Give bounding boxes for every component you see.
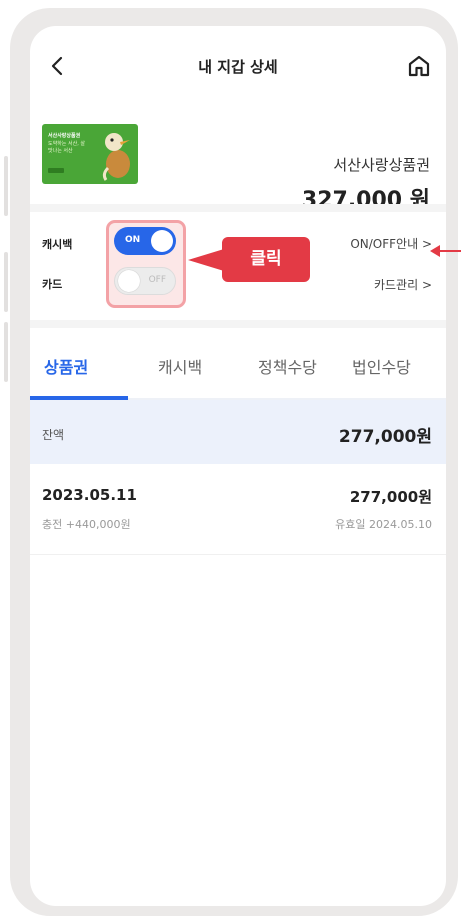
callout-pointer [188, 249, 224, 271]
card-image-title: 서산사랑상품권 [48, 133, 81, 139]
tab-corporate-allowance[interactable]: 법인수당 [352, 354, 411, 378]
transaction-date: 2023.05.11 [42, 486, 137, 504]
mascot-icon [102, 133, 130, 181]
header: 내 지갑 상세 [30, 26, 446, 112]
card-toggle-state: OFF [148, 275, 166, 285]
transaction-amount: 277,000원 [349, 488, 432, 506]
transaction-valid-date: 유효일 2024.05.10 [335, 518, 432, 531]
cashback-label: 캐시백 [42, 238, 73, 251]
card-logo [48, 168, 64, 173]
cashback-toggle-state: ON [125, 235, 141, 245]
home-icon[interactable] [406, 53, 432, 79]
section-divider [30, 204, 446, 212]
balance-value: 277,000원 [338, 427, 432, 447]
tab-cashback[interactable]: 캐시백 [158, 354, 202, 378]
toggle-knob [118, 270, 140, 292]
card-image-slogan: 도약하는 서산, 살맛나는 서산 [48, 141, 85, 154]
onoff-guide-link[interactable]: ON/OFF안내 > [350, 235, 432, 252]
card-manage-link[interactable]: 카드관리 > [374, 276, 432, 293]
cashback-toggle[interactable]: ON [114, 227, 176, 255]
page-title: 내 지갑 상세 [198, 58, 278, 76]
click-callout: 클릭 [222, 237, 310, 282]
section-divider [30, 320, 446, 328]
row-divider [30, 554, 446, 555]
frame-edge-marker [4, 322, 8, 382]
tab-policy-allowance[interactable]: 정책수당 [258, 354, 317, 378]
tab-gift-card[interactable]: 상품권 [44, 354, 88, 378]
card-toggle[interactable]: OFF [114, 267, 176, 295]
toggle-knob [151, 230, 173, 252]
balance-label: 잔액 [42, 428, 65, 442]
frame-edge-marker [4, 156, 8, 216]
gift-card-image: 서산사랑상품권 도약하는 서산, 살맛나는 서산 [42, 124, 138, 184]
card-label: 카드 [42, 278, 63, 291]
card-name: 서산사랑상품권 [333, 156, 430, 174]
app-screen: 내 지갑 상세 서산사랑상품권 도약하는 서산, 살맛나는 서산 서산사랑상품권… [30, 26, 446, 906]
frame-edge-marker [4, 252, 8, 312]
balance-bar: 잔액 277,000원 [30, 400, 446, 464]
transaction-charge: 충전 +440,000원 [42, 518, 131, 531]
red-pointer-arrow-icon [430, 245, 461, 257]
